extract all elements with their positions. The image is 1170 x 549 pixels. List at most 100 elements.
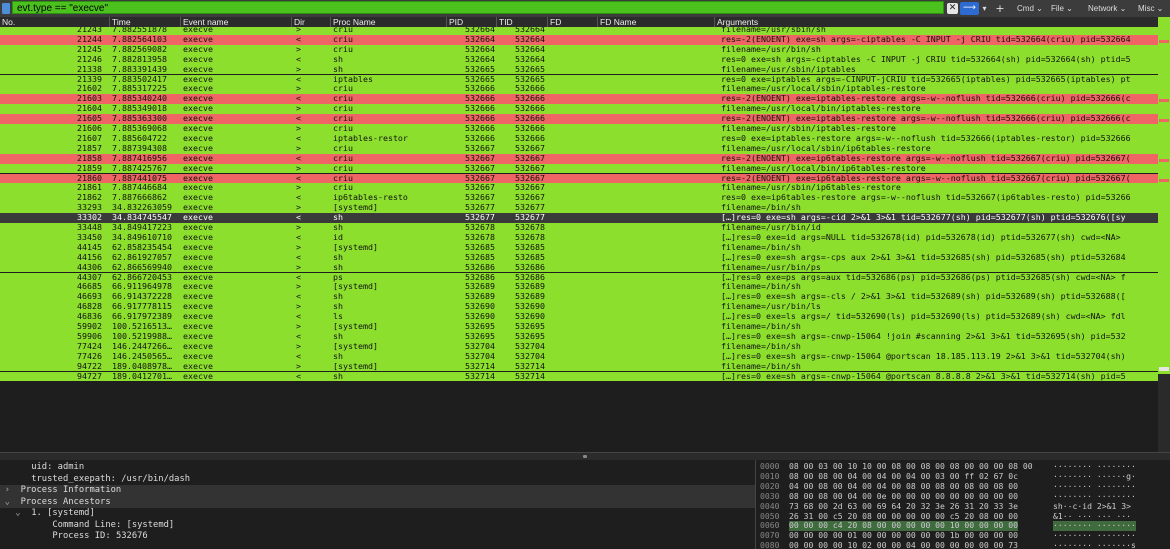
table-row[interactable]: 94727 189.0412701… execve < sh 532714 532714 [……	[0, 371, 1158, 382]
cell-time: 7.882569082	[112, 44, 167, 54]
cell-pid: 532666	[465, 94, 495, 104]
cell-pid: 532695	[465, 331, 495, 341]
cell-dir: >	[296, 84, 301, 94]
cell-pid: 532689	[465, 292, 495, 302]
scrollbar-error-marker	[1159, 119, 1169, 123]
table-row[interactable]: 21339 7.883502417 execve < iptables 532665 532…	[0, 74, 1158, 85]
clear-filter-button[interactable]: ✕	[947, 3, 958, 14]
table-row[interactable]: 21857 7.887394308 execve > criu 532667 532667 f…	[0, 143, 1158, 154]
table-row[interactable]: 21603 7.885340240 execve < criu 532666 532666 r…	[0, 94, 1158, 105]
table-row[interactable]: 46685 66.911964978 execve > [systemd] 532689 5…	[0, 282, 1158, 293]
cell-tid: 532689	[515, 282, 545, 292]
table-row[interactable]: 77424 146.2447266… execve > [systemd] 532704 5…	[0, 341, 1158, 352]
cell-dir: <	[296, 232, 301, 242]
display-filter-input[interactable]: evt.type == "execve"	[12, 1, 944, 14]
table-row[interactable]: 33293 34.832263059 execve > [systemd] 532677 5…	[0, 203, 1158, 214]
detail-field[interactable]: trusted_exepath: /usr/bin/dash	[0, 474, 755, 486]
add-filter-button[interactable]: +	[993, 0, 1007, 17]
table-row[interactable]: 21243 7.882551878 execve > criu 532664 532664 f…	[0, 27, 1158, 35]
detail-field[interactable]: ⌄ 1. [systemd]	[0, 508, 755, 520]
pane-splitter[interactable]	[0, 452, 1170, 460]
table-row[interactable]: 77426 146.2450565… execve < sh 532704 532704 [……	[0, 351, 1158, 362]
file-menu[interactable]: File ⌄	[1051, 0, 1073, 17]
table-row[interactable]: 21858 7.887416956 execve < criu 532667 532667 r…	[0, 153, 1158, 164]
hex-line[interactable]: 0040 73 68 00 2d 63 00 69 64 20 32 3e 26 …	[756, 501, 1170, 512]
table-row[interactable]: 21604 7.885349018 execve > criu 532666 532666 f…	[0, 104, 1158, 115]
detail-field[interactable]: uid: admin	[0, 462, 755, 474]
hex-line[interactable]: 0080 00 00 00 00 10 02 00 00 04 00 00 00 …	[756, 540, 1170, 549]
detail-field[interactable]: Process ID: 532676	[0, 531, 755, 543]
table-row[interactable]: 21859 7.887425767 execve > criu 532667 532667 f…	[0, 163, 1158, 174]
table-row[interactable]: 33450 34.849610710 execve < id 532678 532678 [……	[0, 232, 1158, 243]
chevron-down-icon[interactable]: ⌄	[5, 497, 10, 509]
detail-section-header[interactable]: › Process Information	[0, 485, 755, 497]
table-row[interactable]: 59902 100.5216513… execve > [systemd] 532695 5…	[0, 322, 1158, 332]
packet-list-scrollbar[interactable]	[1158, 17, 1170, 452]
detail-field[interactable]: Command Line: [systemd]	[0, 520, 755, 532]
cell-tid: 532685	[515, 252, 545, 262]
cell-dir: >	[296, 302, 301, 312]
cell-time: 7.885317225	[112, 84, 167, 94]
column-header-fd-name[interactable]: FD Name	[597, 17, 636, 27]
table-row[interactable]: 21606 7.885369068 execve > criu 532666 532666 f…	[0, 124, 1158, 134]
column-header-dir[interactable]: Dir	[291, 17, 305, 27]
table-row[interactable]: 46693 66.914372228 execve < sh 532689 532689 [……	[0, 292, 1158, 303]
cell-dir: <	[296, 351, 301, 361]
cmd-menu[interactable]: Cmd ⌄	[1017, 0, 1043, 17]
chevron-down-icon[interactable]: ⌄	[15, 508, 20, 520]
detail-text: 1. [systemd]	[31, 508, 95, 518]
column-header-proc-name[interactable]: Proc Name	[330, 17, 376, 27]
table-row[interactable]: 21246 7.882813958 execve < sh 532664 532664 res…	[0, 54, 1158, 65]
column-header-event-name[interactable]: Event name	[180, 17, 228, 27]
column-header-pid[interactable]: PID	[446, 17, 463, 27]
table-row[interactable]: 21245 7.882569082 execve > criu 532664 532664 f…	[0, 44, 1158, 55]
table-row[interactable]: 46828 66.917778115 execve > sh 532690 532690 fi…	[0, 302, 1158, 313]
hex-dump-pane[interactable]: 0000 08 00 03 00 10 10 00 08 00 08 00 08 …	[755, 460, 1170, 549]
table-row[interactable]: 33302 34.834745547 execve < sh 532677 532677 [……	[0, 213, 1158, 223]
cell-event-name: execve	[183, 242, 213, 252]
cell-dir: >	[296, 64, 301, 74]
table-row[interactable]: 21602 7.885317225 execve > criu 532666 532666 f…	[0, 84, 1158, 95]
column-header-no[interactable]: No.	[0, 17, 15, 27]
chevron-right-icon[interactable]: ›	[5, 485, 10, 497]
column-header-time[interactable]: Time	[109, 17, 131, 27]
table-row[interactable]: 44306 62.866569940 execve > sh 532686 532686 fi…	[0, 262, 1158, 273]
apply-filter-button[interactable]: ⟶	[960, 2, 979, 15]
packet-list[interactable]: 21243 7.882551878 execve > criu 532664 532664 f…	[0, 27, 1158, 452]
table-row[interactable]: 44145 62.858235454 execve > [systemd] 532685 5…	[0, 242, 1158, 253]
cell-dir: <	[296, 173, 301, 183]
table-row[interactable]: 44156 62.861927057 execve < sh 532685 532685 [……	[0, 252, 1158, 263]
cell-event-name: execve	[183, 74, 213, 84]
filter-history-dropdown[interactable]: ▾	[980, 2, 989, 15]
column-header-fd[interactable]: FD	[547, 17, 561, 27]
cell-pid: 532666	[465, 104, 495, 114]
column-header-tid[interactable]: TID	[496, 17, 513, 27]
splitter-grip-icon[interactable]	[583, 455, 587, 458]
table-row[interactable]: 94722 189.0408978… execve > [systemd] 532714 5…	[0, 361, 1158, 372]
cell-time: 62.858235454	[112, 242, 172, 252]
cell-no: 21862	[77, 193, 102, 203]
table-row[interactable]: 21338 7.883391439 execve > sh 532665 532665 fil…	[0, 64, 1158, 75]
detail-section-header[interactable]: ⌄ Process Ancestors	[0, 496, 755, 509]
misc-menu[interactable]: Misc ⌄	[1138, 0, 1163, 17]
table-row[interactable]: 44307 62.866720453 execve < ps 532686 532686 [……	[0, 272, 1158, 283]
table-row[interactable]: 21244 7.882564103 execve < criu 532664 532664 r…	[0, 34, 1158, 45]
scrollbar-thumb[interactable]	[1159, 367, 1169, 371]
table-row[interactable]: 21861 7.887446684 execve > criu 532667 532667 f…	[0, 183, 1158, 194]
table-row[interactable]: 21605 7.885363300 execve < criu 532666 532666 r…	[0, 114, 1158, 124]
table-row[interactable]: 46836 66.917972389 execve < ls 532690 532690 [……	[0, 312, 1158, 322]
event-details-pane[interactable]: uid: admin trusted_exepath: /usr/bin/dash…	[0, 460, 755, 549]
table-row[interactable]: 21607 7.885604722 execve < iptables-restor 53…	[0, 133, 1158, 144]
bookmark-icon[interactable]	[2, 3, 10, 14]
column-header-arguments[interactable]: Arguments	[714, 17, 758, 27]
table-row[interactable]: 21860 7.887441075 execve < criu 532667 532667 r…	[0, 173, 1158, 184]
table-row[interactable]: 59906 100.5219988… execve < sh 532695 532695 [……	[0, 331, 1158, 342]
scrollbar-track-lower[interactable]	[1158, 374, 1170, 452]
cell-proc-name: [systemd]	[333, 203, 378, 213]
table-row[interactable]: 21862 7.887666862 execve < ip6tables-resto 53…	[0, 193, 1158, 204]
cell-time: 7.885363300	[112, 114, 167, 124]
table-row[interactable]: 33448 34.849417223 execve > sh 532678 532678 fi…	[0, 223, 1158, 233]
network-menu[interactable]: Network ⌄	[1088, 0, 1126, 17]
cell-no: 33302	[77, 213, 102, 223]
cell-arguments: filename=/usr/bin/id	[721, 223, 821, 232]
